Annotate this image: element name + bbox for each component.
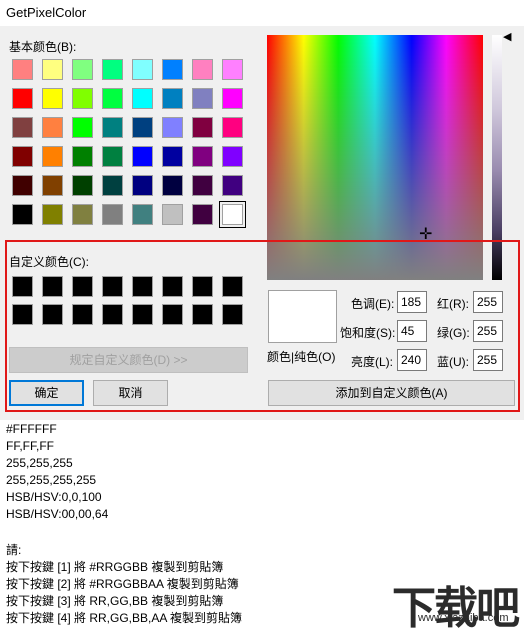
output-line: HSB/HSV:0,0,100: [6, 490, 102, 504]
basic-color-swatch[interactable]: [102, 175, 123, 196]
output-line: 按下按鍵 [3] 將 RR,GG,BB 複製到剪貼簿: [6, 594, 224, 608]
basic-color-swatch[interactable]: [102, 117, 123, 138]
basic-color-swatch[interactable]: [162, 59, 183, 80]
output-line: HSB/HSV:00,00,64: [6, 507, 109, 521]
output-line: 按下按鍵 [2] 將 #RRGGBBAA 複製到剪貼簿: [6, 577, 239, 591]
basic-color-swatch[interactable]: [12, 117, 33, 138]
slider-arrow-icon[interactable]: ◀: [503, 32, 511, 43]
basic-color-swatch[interactable]: [192, 146, 213, 167]
basic-color-swatch[interactable]: [72, 204, 93, 225]
watermark-logo: 下载吧: [392, 584, 520, 633]
basic-color-swatch[interactable]: [42, 204, 63, 225]
title-bar: GetPixelColor: [0, 0, 524, 26]
basic-color-swatch[interactable]: [192, 59, 213, 80]
basic-color-swatch[interactable]: [192, 175, 213, 196]
basic-color-swatch[interactable]: [132, 88, 153, 109]
basic-color-swatch[interactable]: [12, 175, 33, 196]
basic-color-swatch[interactable]: [42, 175, 63, 196]
watermark-url: www.xiazaiba.com: [418, 612, 509, 624]
basic-color-swatch[interactable]: [222, 59, 243, 80]
output-line: 請:: [6, 543, 22, 557]
basic-color-swatch[interactable]: [42, 59, 63, 80]
basic-color-swatch[interactable]: [42, 146, 63, 167]
basic-color-swatch[interactable]: [12, 88, 33, 109]
basic-color-swatch[interactable]: [102, 88, 123, 109]
basic-color-swatch[interactable]: [132, 204, 153, 225]
output-line: 按下按鍵 [1] 將 #RRGGBB 複製到剪貼簿: [6, 560, 224, 574]
basic-color-swatch[interactable]: [42, 117, 63, 138]
basic-color-swatch[interactable]: [102, 146, 123, 167]
basic-color-swatch[interactable]: [42, 88, 63, 109]
basic-color-swatch[interactable]: [102, 59, 123, 80]
output-line: 按下按鍵 [4] 將 RR,GG,BB,AA 複製到剪貼簿: [6, 611, 243, 625]
window-title: GetPixelColor: [6, 5, 87, 20]
basic-color-swatch[interactable]: [192, 88, 213, 109]
basic-color-swatch[interactable]: [72, 59, 93, 80]
output-line: 255,255,255,255: [6, 473, 97, 487]
basic-color-swatch[interactable]: [222, 175, 243, 196]
output-line: 255,255,255: [6, 456, 73, 470]
basic-color-swatch[interactable]: [132, 146, 153, 167]
basic-color-swatch[interactable]: [162, 117, 183, 138]
highlight-box: [5, 240, 520, 412]
basic-color-swatch[interactable]: [162, 175, 183, 196]
basic-color-swatch[interactable]: [12, 146, 33, 167]
basic-color-swatch[interactable]: [222, 146, 243, 167]
basic-color-swatch[interactable]: [192, 204, 213, 225]
basic-color-swatch[interactable]: [132, 117, 153, 138]
output-line: #FFFFFF: [6, 422, 57, 436]
basic-color-swatch[interactable]: [72, 117, 93, 138]
basic-color-swatch[interactable]: [192, 117, 213, 138]
basic-color-swatch[interactable]: [132, 59, 153, 80]
basic-color-swatch[interactable]: [12, 204, 33, 225]
basic-color-swatch[interactable]: [12, 59, 33, 80]
basic-color-swatch[interactable]: [162, 204, 183, 225]
basic-color-swatch[interactable]: [219, 201, 246, 228]
basic-color-swatch[interactable]: [162, 88, 183, 109]
basic-color-swatch[interactable]: [102, 204, 123, 225]
basic-color-swatch[interactable]: [162, 146, 183, 167]
basic-color-swatch[interactable]: [72, 88, 93, 109]
output-line: FF,FF,FF: [6, 439, 54, 453]
basic-color-swatch[interactable]: [222, 88, 243, 109]
basic-color-swatch[interactable]: [72, 175, 93, 196]
basic-colors-label: 基本颜色(B):: [9, 40, 77, 54]
basic-color-swatch[interactable]: [72, 146, 93, 167]
basic-color-swatch[interactable]: [132, 175, 153, 196]
basic-color-swatch[interactable]: [222, 117, 243, 138]
